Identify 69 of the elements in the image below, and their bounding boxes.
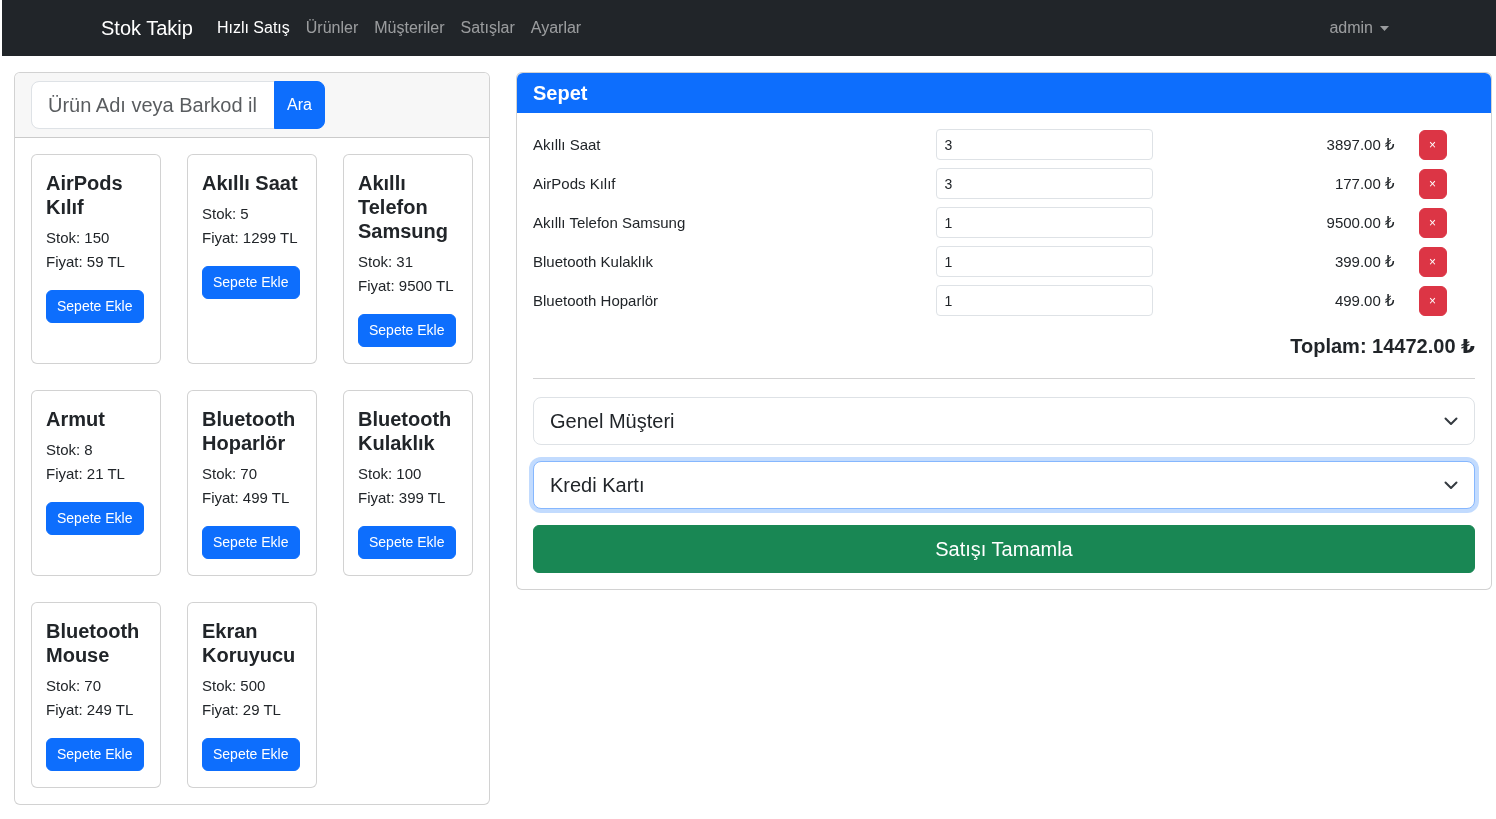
stock-text: Stok: 500 — [202, 676, 267, 696]
remove-button[interactable]: × — [1418, 246, 1447, 277]
add-to-cart-button[interactable]: Sepete Ekle — [202, 526, 300, 559]
add-to-cart-button[interactable]: Sepete Ekle — [46, 738, 144, 771]
item-name: Akıllı Telefon Samsung — [533, 213, 686, 231]
quantity-input[interactable]: 1 — [935, 207, 1153, 238]
price-text: Fiyat: 499 TL — [202, 488, 291, 508]
item-total: 9500.00 ₺ — [1326, 213, 1395, 231]
stock-text: Stok: 100 — [358, 464, 423, 484]
stock-text: Stok: 8 — [46, 440, 94, 460]
product-name: Bluetooth Kulaklık — [358, 407, 453, 455]
product-name: AirPods Kılıf — [46, 171, 124, 219]
quantity-input[interactable]: 1 — [935, 285, 1153, 316]
item-total: 177.00 ₺ — [1334, 174, 1395, 192]
add-to-cart-button[interactable]: Sepete Ekle — [46, 290, 144, 323]
price-text: Fiyat: 9500 TL — [358, 276, 455, 296]
price-text: Fiyat: 1299 TL — [202, 228, 299, 248]
item-total: 3897.00 ₺ — [1326, 135, 1395, 153]
product-name: Akıllı Saat — [202, 171, 299, 195]
item-name: Akıllı Saat — [533, 135, 601, 153]
nav-link[interactable]: Ayarlar — [522, 8, 590, 48]
quantity-input[interactable]: 1 — [935, 246, 1153, 277]
nav-link[interactable]: Müşteriler — [366, 8, 453, 48]
brand-link[interactable]: Stok Takip — [101, 13, 193, 43]
item-total: 499.00 ₺ — [1334, 291, 1395, 309]
quantity-input[interactable]: 3 — [935, 168, 1153, 199]
stock-text: Stok: 31 — [358, 252, 415, 272]
search-button[interactable]: Ara — [274, 81, 325, 129]
item-name: Bluetooth Hoparlör — [533, 291, 659, 309]
price-text: Fiyat: 21 TL — [46, 464, 126, 484]
product-name: Bluetooth Mouse — [46, 619, 141, 667]
add-to-cart-button[interactable]: Sepete Ekle — [358, 526, 456, 559]
stock-text: Stok: 5 — [202, 204, 250, 224]
price-text: Fiyat: 59 TL — [46, 252, 126, 272]
nav-link[interactable]: Satışlar — [452, 8, 523, 48]
price-text: Fiyat: 249 TL — [46, 700, 135, 720]
stock-text: Stok: 70 — [46, 676, 103, 696]
add-to-cart-button[interactable]: Sepete Ekle — [46, 502, 144, 535]
stock-text: Stok: 150 — [46, 228, 111, 248]
user-menu[interactable]: admin — [1321, 8, 1397, 48]
payment-select[interactable]: Kredi Kartı — [533, 461, 1475, 509]
price-text: Fiyat: 399 TL — [358, 488, 447, 508]
quantity-input[interactable]: 3 — [935, 129, 1153, 160]
remove-button[interactable]: × — [1418, 207, 1447, 238]
chevron-down-icon — [1444, 416, 1458, 426]
customer-select[interactable]: Genel Müşteri — [533, 397, 1475, 445]
item-name: AirPods Kılıf — [533, 174, 616, 192]
product-name: Bluetooth Hoparlör — [202, 407, 297, 455]
search-field[interactable]: Ürün Adı veya Barkod il — [31, 81, 275, 129]
add-to-cart-button[interactable]: Sepete Ekle — [202, 266, 300, 299]
cart-total: Toplam: 14472.00 ₺ — [1289, 334, 1475, 358]
complete-sale-button[interactable]: Satışı Tamamla — [533, 525, 1475, 573]
add-to-cart-button[interactable]: Sepete Ekle — [358, 314, 456, 347]
price-text: Fiyat: 29 TL — [202, 700, 282, 720]
item-name: Bluetooth Kulaklık — [533, 252, 654, 270]
remove-button[interactable]: × — [1418, 168, 1447, 199]
product-name: Akıllı Telefon Samsung — [358, 171, 450, 243]
cart-header: Sepet — [517, 73, 1491, 113]
remove-button[interactable]: × — [1418, 129, 1447, 160]
product-name: Armut — [46, 407, 106, 431]
add-to-cart-button[interactable]: Sepete Ekle — [202, 738, 300, 771]
nav-link[interactable]: Ürünler — [297, 8, 367, 48]
chevron-down-icon — [1444, 480, 1458, 490]
caret-icon — [1380, 25, 1389, 31]
product-name: Ekran Koruyucu — [202, 619, 297, 667]
stock-text: Stok: 70 — [202, 464, 259, 484]
item-total: 399.00 ₺ — [1334, 252, 1395, 270]
nav-link[interactable]: Hızlı Satış — [208, 8, 298, 48]
remove-button[interactable]: × — [1418, 285, 1447, 316]
